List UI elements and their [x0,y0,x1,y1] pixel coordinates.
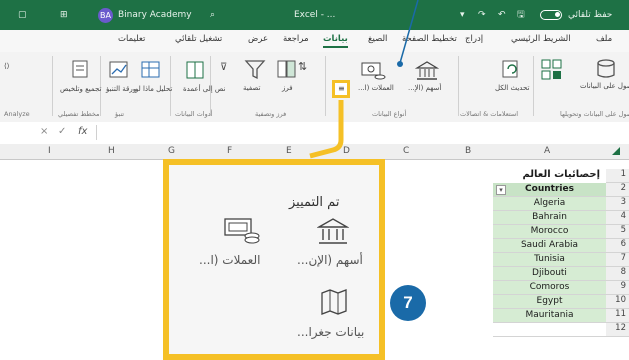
data-types-callout: تم التمييز أسهم (الإن... العملات (ا... ب… [163,159,385,360]
currencies-option[interactable]: العملات (ا... [199,253,260,267]
stocks-bank-icon [317,218,349,244]
currencies-icon [224,218,260,244]
step-badge: 7 [390,285,426,321]
callout-title: تم التمييز [289,195,340,210]
stocks-option[interactable]: أسهم (الإن... [297,253,363,267]
geography-option[interactable]: بيانات جغرا... [297,325,364,339]
geography-map-icon [321,289,347,315]
